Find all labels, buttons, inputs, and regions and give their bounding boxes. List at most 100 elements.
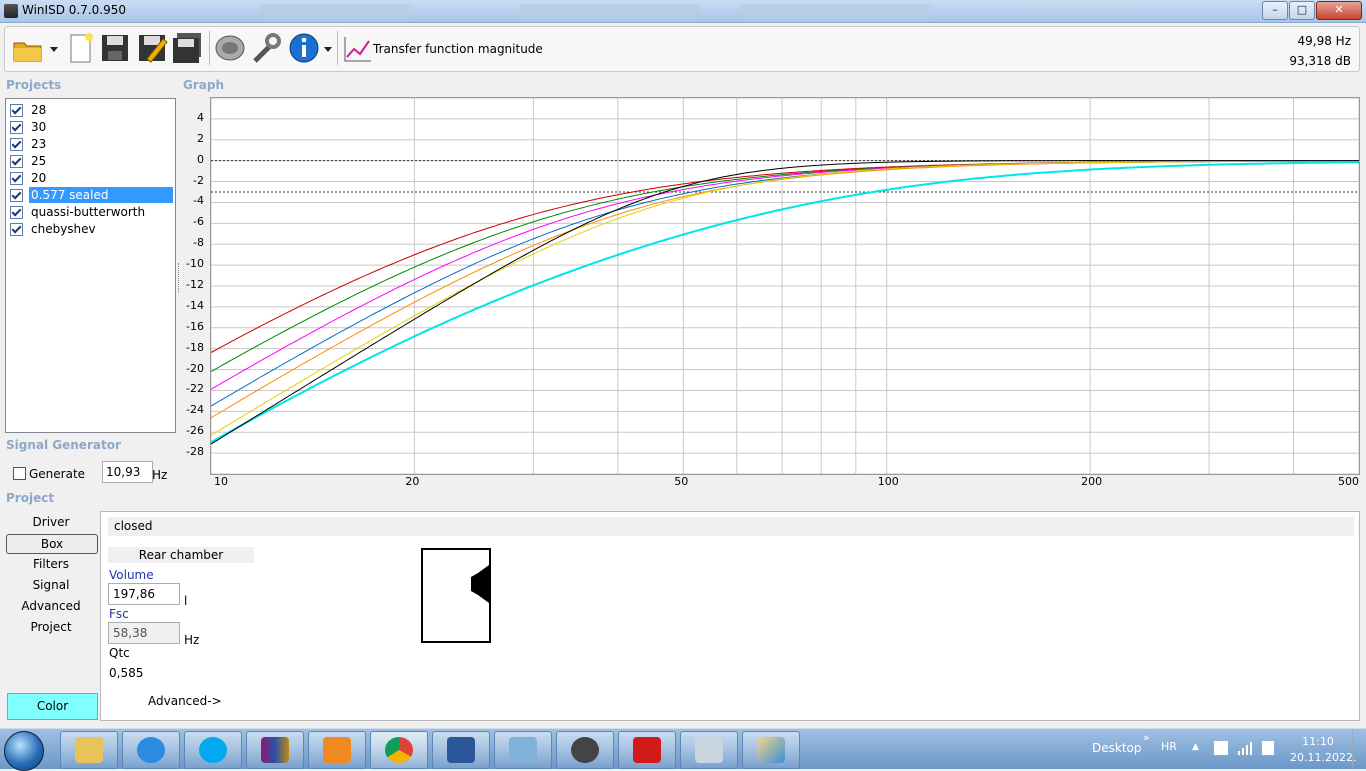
y-tick-label: -22 bbox=[186, 382, 204, 396]
generator-frequency-input[interactable]: 10,93 bbox=[102, 461, 153, 483]
project-checkbox[interactable] bbox=[10, 155, 23, 168]
minimize-button[interactable]: – bbox=[1262, 1, 1288, 20]
new-file-icon[interactable] bbox=[63, 31, 97, 65]
graph-heading: Graph bbox=[183, 78, 224, 92]
qtc-label: Qtc bbox=[109, 646, 130, 660]
network-signal-icon[interactable] bbox=[1237, 741, 1253, 755]
advanced-link[interactable]: Advanced-> bbox=[148, 694, 222, 708]
y-tick-label: -6 bbox=[193, 215, 204, 229]
pdf-icon bbox=[633, 737, 661, 763]
language-indicator[interactable]: HR bbox=[1161, 740, 1177, 753]
series-line bbox=[211, 160, 1359, 353]
nav-box[interactable]: Box bbox=[6, 534, 98, 554]
save-icon[interactable] bbox=[98, 31, 132, 65]
speaker-driver-icon[interactable] bbox=[213, 31, 247, 65]
battery-icon[interactable] bbox=[1262, 741, 1274, 755]
volume-input[interactable]: 197,86 bbox=[108, 583, 180, 605]
series-line bbox=[211, 160, 1359, 390]
clock-date: 20.11.2022. bbox=[1290, 751, 1357, 764]
chrome-icon bbox=[385, 737, 413, 763]
project-label: 20 bbox=[31, 171, 47, 185]
graph-type-label[interactable]: Transfer function magnitude bbox=[373, 42, 543, 56]
taskbar-explorer[interactable] bbox=[60, 731, 118, 769]
media-player-icon bbox=[323, 737, 351, 763]
taskbar-media[interactable] bbox=[308, 731, 366, 769]
project-checkbox[interactable] bbox=[10, 121, 23, 134]
open-dropdown-icon[interactable] bbox=[49, 45, 59, 53]
box-type-label: closed bbox=[108, 517, 1354, 536]
project-item[interactable]: 20 bbox=[9, 170, 173, 186]
project-checkbox[interactable] bbox=[10, 138, 23, 151]
project-item[interactable]: 28 bbox=[9, 102, 173, 118]
y-tick-label: 2 bbox=[197, 131, 204, 145]
taskbar-word[interactable] bbox=[432, 731, 490, 769]
graph-type-icon[interactable] bbox=[341, 31, 375, 65]
calculator-icon bbox=[695, 737, 723, 763]
project-checkbox[interactable] bbox=[10, 104, 23, 117]
nav-filters[interactable]: Filters bbox=[6, 555, 96, 573]
toolbar: Transfer function magnitude 49,98 Hz 93,… bbox=[4, 26, 1360, 72]
folder-icon bbox=[75, 737, 103, 763]
project-checkbox[interactable] bbox=[10, 172, 23, 185]
project-item[interactable]: 25 bbox=[9, 153, 173, 169]
open-folder-icon[interactable] bbox=[11, 31, 45, 65]
project-item[interactable]: quassi-butterworth bbox=[9, 204, 173, 220]
info-icon[interactable] bbox=[287, 31, 321, 65]
clock[interactable]: 11:10 20.11.2022. bbox=[1290, 734, 1357, 766]
taskbar-chrome[interactable] bbox=[370, 731, 428, 769]
maximize-button[interactable]: □ bbox=[1289, 1, 1315, 20]
color-button[interactable]: Color bbox=[7, 693, 98, 720]
taskbar-ie[interactable] bbox=[122, 731, 180, 769]
fsc-field: 58,38 bbox=[108, 622, 180, 644]
desktop-toolbar-label[interactable]: Desktop bbox=[1092, 741, 1142, 755]
y-tick-label: -26 bbox=[186, 424, 204, 438]
start-button[interactable] bbox=[4, 731, 44, 771]
show-desktop-button[interactable] bbox=[1352, 729, 1366, 769]
background-tab bbox=[260, 4, 410, 18]
x-tick-label: 500 bbox=[1338, 475, 1359, 488]
project-label: 25 bbox=[31, 154, 47, 168]
nav-project[interactable]: Project bbox=[6, 618, 96, 636]
taskbar-winisd[interactable] bbox=[556, 731, 614, 769]
generator-unit: Hz bbox=[152, 468, 168, 482]
project-checkbox[interactable] bbox=[10, 223, 23, 236]
nav-driver[interactable]: Driver bbox=[6, 513, 96, 531]
paint-icon bbox=[757, 737, 785, 763]
taskbar-skype[interactable] bbox=[184, 731, 242, 769]
y-tick-label: -14 bbox=[186, 298, 204, 312]
project-item[interactable]: 23 bbox=[9, 136, 173, 152]
info-dropdown-icon[interactable] bbox=[323, 45, 333, 53]
fsc-label: Fsc bbox=[109, 607, 129, 621]
series-line bbox=[211, 161, 1359, 444]
project-item[interactable]: 30 bbox=[9, 119, 173, 135]
close-button[interactable]: ✕ bbox=[1316, 1, 1362, 20]
taskbar-calculator[interactable] bbox=[680, 731, 738, 769]
taskbar-notepad[interactable] bbox=[494, 731, 552, 769]
wrench-icon[interactable] bbox=[249, 31, 283, 65]
projects-list[interactable]: 28 30 23 25 20 0.577 sealed quassi-butterworth… bbox=[5, 98, 176, 433]
project-item[interactable]: 0.577 sealed bbox=[9, 187, 173, 203]
taskbar-paint[interactable] bbox=[742, 731, 800, 769]
background-tab bbox=[740, 4, 930, 18]
project-checkbox[interactable] bbox=[10, 206, 23, 219]
nav-signal[interactable]: Signal bbox=[6, 576, 96, 594]
project-checkbox[interactable] bbox=[10, 189, 23, 202]
notepad-icon bbox=[509, 737, 537, 763]
x-tick-label: 20 bbox=[405, 475, 420, 488]
action-center-icon[interactable] bbox=[1214, 741, 1228, 755]
taskbar-winrar[interactable] bbox=[246, 731, 304, 769]
generate-checkbox[interactable] bbox=[13, 467, 26, 480]
y-tick-label: -12 bbox=[186, 278, 204, 291]
series-line bbox=[211, 160, 1359, 445]
tray-expand-icon[interactable]: ▲ bbox=[1192, 742, 1199, 752]
skype-icon bbox=[199, 737, 227, 763]
save-all-icon[interactable] bbox=[171, 31, 205, 65]
transfer-function-chart[interactable] bbox=[210, 97, 1360, 475]
y-tick-label: -18 bbox=[186, 340, 204, 354]
nav-advanced[interactable]: Advanced bbox=[6, 597, 96, 615]
taskbar-pdf[interactable] bbox=[618, 731, 676, 769]
save-as-icon[interactable] bbox=[135, 31, 169, 65]
y-tick-label: -4 bbox=[193, 194, 204, 208]
project-item[interactable]: chebyshev bbox=[9, 221, 173, 237]
toolbar-expand-icon[interactable]: » bbox=[1143, 731, 1150, 744]
